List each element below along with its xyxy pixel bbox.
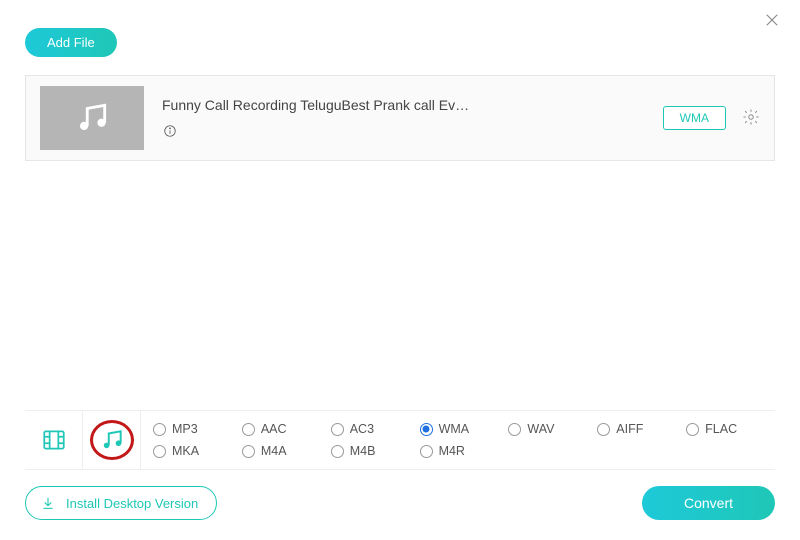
gear-icon: [742, 108, 760, 126]
output-format-chip[interactable]: WMA: [663, 106, 726, 130]
file-meta: Funny Call Recording TeluguBest Prank ca…: [162, 97, 645, 139]
file-title: Funny Call Recording TeluguBest Prank ca…: [162, 97, 645, 113]
format-radio[interactable]: [242, 445, 255, 458]
format-label: AIFF: [616, 422, 643, 436]
format-label: MP3: [172, 422, 198, 436]
format-label: FLAC: [705, 422, 737, 436]
close-button[interactable]: [760, 8, 784, 32]
install-desktop-button[interactable]: Install Desktop Version: [25, 486, 217, 520]
file-item: Funny Call Recording TeluguBest Prank ca…: [25, 75, 775, 161]
format-label: AAC: [261, 422, 287, 436]
format-radio[interactable]: [420, 423, 433, 436]
music-note-icon: [73, 99, 111, 137]
toolbar: Add File: [0, 0, 800, 75]
format-label: M4B: [350, 444, 376, 458]
audio-tab[interactable]: [83, 411, 141, 469]
video-tab[interactable]: [25, 411, 83, 469]
install-desktop-label: Install Desktop Version: [66, 496, 198, 511]
format-label: MKA: [172, 444, 199, 458]
format-radio[interactable]: [331, 445, 344, 458]
add-file-button[interactable]: Add File: [25, 28, 117, 57]
format-label: AC3: [350, 422, 374, 436]
bottom-panel: MP3 AAC AC3 WMA WAV AIFF FLAC MKA M4A M4B M4R Inst…: [25, 410, 775, 540]
format-option-mka[interactable]: MKA: [153, 444, 242, 458]
music-note-icon: [99, 427, 125, 453]
film-icon: [41, 427, 67, 453]
format-label: WMA: [439, 422, 470, 436]
format-option-flac[interactable]: FLAC: [686, 422, 775, 436]
format-radio[interactable]: [597, 423, 610, 436]
format-option-wma[interactable]: WMA: [420, 422, 509, 436]
format-grid: MP3 AAC AC3 WMA WAV AIFF FLAC MKA M4A M4B M4R: [141, 411, 775, 469]
format-radio[interactable]: [508, 423, 521, 436]
format-option-m4r[interactable]: M4R: [420, 444, 509, 458]
format-option-wav[interactable]: WAV: [508, 422, 597, 436]
info-icon[interactable]: [162, 123, 178, 139]
file-thumbnail: [40, 86, 144, 150]
convert-button[interactable]: Convert: [642, 486, 775, 520]
format-option-ac3[interactable]: AC3: [331, 422, 420, 436]
format-radio[interactable]: [153, 423, 166, 436]
format-label: M4R: [439, 444, 465, 458]
format-radio[interactable]: [686, 423, 699, 436]
format-option-mp3[interactable]: MP3: [153, 422, 242, 436]
format-selector: MP3 AAC AC3 WMA WAV AIFF FLAC MKA M4A M4B M4R: [25, 410, 775, 470]
file-actions: WMA: [663, 106, 760, 130]
close-icon: [763, 11, 781, 29]
format-radio[interactable]: [331, 423, 344, 436]
format-radio[interactable]: [242, 423, 255, 436]
format-option-aac[interactable]: AAC: [242, 422, 331, 436]
format-option-m4b[interactable]: M4B: [331, 444, 420, 458]
format-label: WAV: [527, 422, 554, 436]
format-label: M4A: [261, 444, 287, 458]
format-option-m4a[interactable]: M4A: [242, 444, 331, 458]
format-radio[interactable]: [420, 445, 433, 458]
format-option-aiff[interactable]: AIFF: [597, 422, 686, 436]
settings-button[interactable]: [742, 108, 760, 129]
download-icon: [40, 495, 56, 511]
footer: Install Desktop Version Convert: [25, 470, 775, 540]
format-radio[interactable]: [153, 445, 166, 458]
